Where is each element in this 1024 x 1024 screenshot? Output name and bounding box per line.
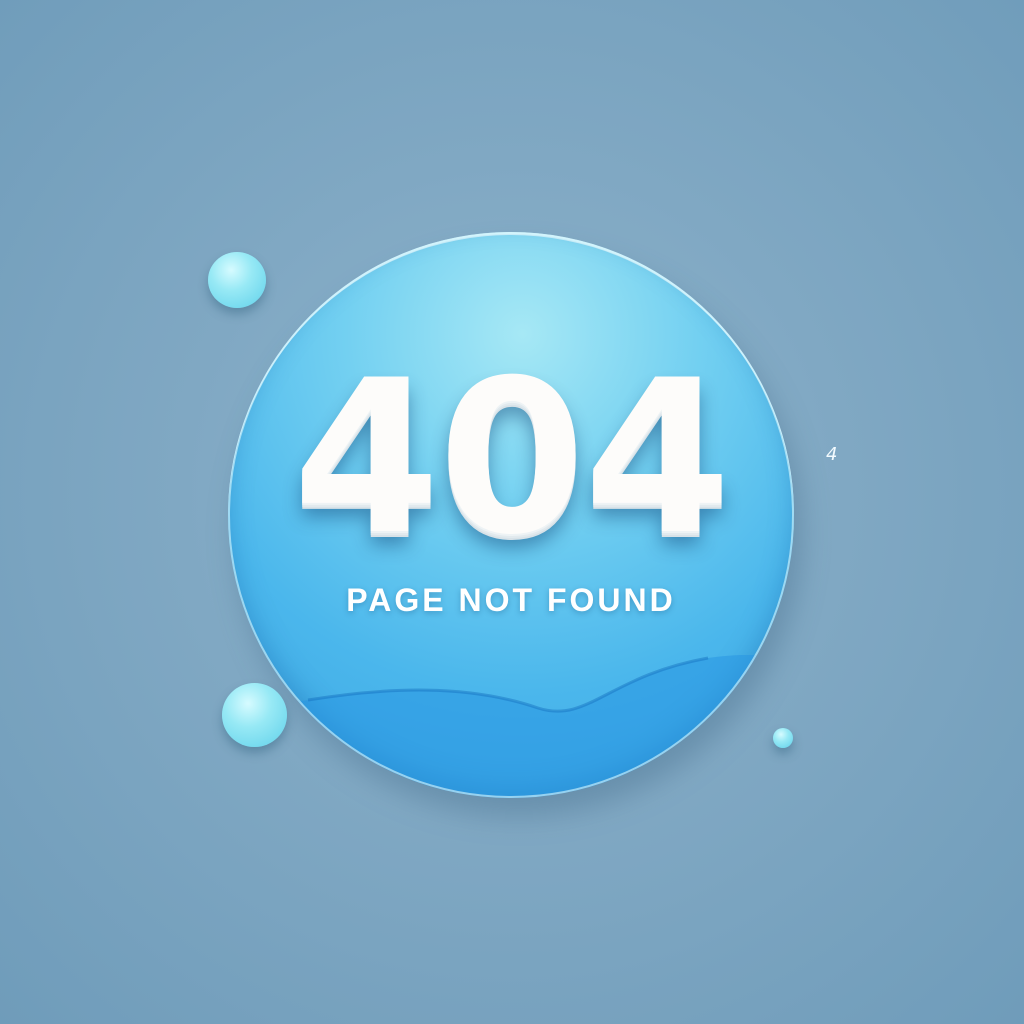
bubble-small-right bbox=[773, 728, 793, 748]
bubble-bottom-left bbox=[222, 683, 287, 747]
error-message: PAGE NOT FOUND bbox=[346, 582, 676, 618]
error-page: 404 PAGE NOT FOUND 4 bbox=[0, 0, 1024, 1024]
error-code: 404 bbox=[292, 334, 732, 581]
stray-glyph: 4 bbox=[826, 444, 838, 465]
bubble-top-left bbox=[208, 252, 266, 308]
